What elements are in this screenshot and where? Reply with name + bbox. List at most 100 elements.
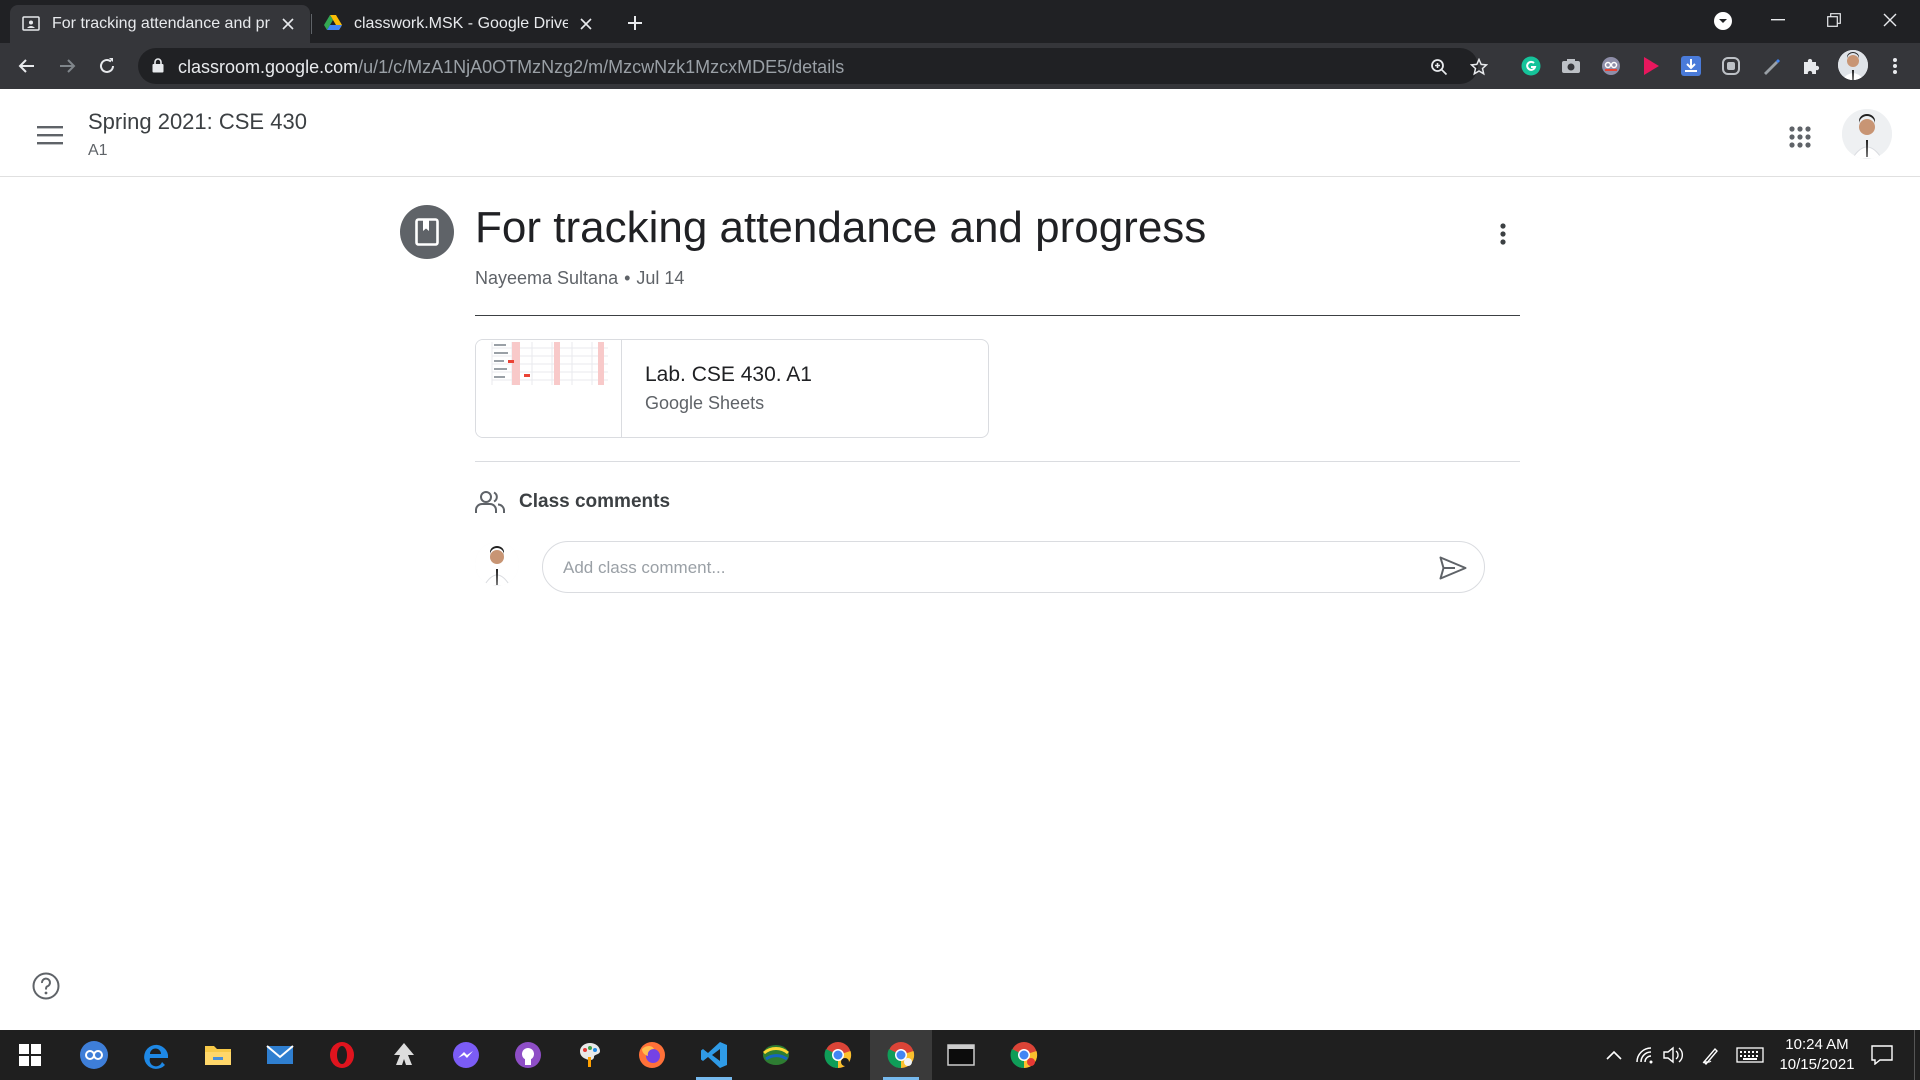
class-comments-label: Class comments: [519, 491, 671, 512]
arrow-left-icon: [18, 59, 34, 73]
close-icon: [1883, 13, 1897, 27]
comment-input-container: [542, 541, 1485, 593]
taskbar-mail[interactable]: [254, 1030, 306, 1080]
terminal-icon: [947, 1044, 975, 1066]
tab-search-button[interactable]: [1710, 8, 1736, 34]
taskbar-edge[interactable]: [130, 1030, 182, 1080]
taskbar-file-explorer[interactable]: [192, 1030, 244, 1080]
post-comment-button[interactable]: [1438, 554, 1468, 582]
more-vert-icon: [1500, 223, 1506, 245]
windows-taskbar: 10:24 AM 10/15/2021: [0, 1030, 1920, 1080]
taskbar-messenger[interactable]: [440, 1030, 492, 1080]
arrow-right-icon: [60, 59, 76, 73]
attachment-card[interactable]: Lab. CSE 430. A1 Google Sheets: [475, 339, 989, 438]
google-drive-icon: [324, 15, 342, 33]
volume-icon[interactable]: [1662, 1044, 1684, 1066]
camera-icon[interactable]: [1560, 55, 1582, 77]
bookmark-star-icon[interactable]: [1468, 56, 1490, 78]
play-icon[interactable]: [1640, 55, 1662, 77]
reload-button[interactable]: [92, 51, 122, 81]
keyboard-icon[interactable]: [1735, 1044, 1765, 1066]
taskbar-chrome-1[interactable]: [812, 1030, 864, 1080]
inkscape-icon: [394, 1043, 414, 1065]
attachment-title: Lab. CSE 430. A1: [645, 363, 812, 386]
new-tab-button[interactable]: [620, 8, 650, 38]
taskbar-firefox[interactable]: [626, 1030, 678, 1080]
browser-tab-bar: For tracking attendance and progress cla…: [0, 0, 1920, 43]
chevron-up-icon[interactable]: [1603, 1044, 1625, 1066]
minimize-button[interactable]: [1750, 0, 1806, 40]
grammarly-icon[interactable]: [1520, 55, 1542, 77]
chrome-icon: [1010, 1042, 1038, 1069]
account-avatar[interactable]: [1842, 109, 1892, 159]
system-clock[interactable]: 10:24 AM 10/15/2021: [1772, 1035, 1862, 1075]
google-apps-button[interactable]: [1780, 117, 1820, 157]
minimize-icon: [1771, 19, 1785, 21]
pen-workspace-icon[interactable]: [1700, 1044, 1722, 1066]
taskbar-github-desktop[interactable]: [502, 1030, 554, 1080]
classroom-icon: [22, 15, 40, 33]
wifi-icon[interactable]: [1634, 1044, 1656, 1066]
notification-icon: [1871, 1045, 1893, 1065]
download-icon[interactable]: [1680, 55, 1702, 77]
close-window-button[interactable]: [1862, 0, 1918, 40]
zoom-icon[interactable]: [1428, 56, 1450, 78]
post-options-button[interactable]: [1488, 217, 1518, 251]
mail-icon: [266, 1045, 294, 1064]
close-icon[interactable]: [576, 14, 596, 34]
profile-avatar[interactable]: [1838, 50, 1868, 80]
plus-icon: [628, 16, 642, 30]
help-icon: [32, 972, 60, 1000]
more-vert-icon[interactable]: [1884, 55, 1906, 77]
address-bar[interactable]: classroom.google.com/u/1/c/MzA1NjA0OTMzN…: [138, 48, 1488, 84]
tab-google-drive[interactable]: classwork.MSK - Google Drive: [312, 5, 608, 43]
taskbar-vscode[interactable]: [688, 1030, 740, 1080]
course-title[interactable]: Spring 2021: CSE 430: [88, 109, 307, 135]
material-icon: [400, 205, 454, 259]
file-explorer-icon: [205, 1046, 231, 1065]
taskbar-globe[interactable]: [750, 1030, 802, 1080]
meta-separator: •: [624, 268, 631, 288]
apps-grid-icon: [1789, 126, 1811, 148]
tab-title: For tracking attendance and progress: [52, 15, 270, 32]
show-desktop-button[interactable]: [1914, 1030, 1920, 1080]
taskbar-chrome-2[interactable]: [870, 1030, 932, 1080]
puzzle-icon[interactable]: [1800, 55, 1822, 77]
firefox-icon: [639, 1042, 665, 1068]
post-author: Nayeema Sultana: [475, 268, 619, 288]
back-button[interactable]: [12, 51, 42, 81]
browser-toolbar: classroom.google.com/u/1/c/MzA1NjA0OTMzN…: [0, 43, 1920, 89]
main-menu-button[interactable]: [30, 115, 70, 155]
forward-button[interactable]: [52, 51, 82, 81]
close-icon[interactable]: [278, 14, 298, 34]
hamburger-menu-icon: [37, 126, 63, 145]
tab-classroom-post[interactable]: For tracking attendance and progress: [10, 5, 310, 43]
clock-date: 10/15/2021: [1779, 1056, 1855, 1073]
action-center-button[interactable]: [1866, 1040, 1898, 1070]
taskbar-terminal[interactable]: [935, 1030, 987, 1080]
chevron-down-icon: [1714, 12, 1732, 30]
globe-icon: [763, 1045, 789, 1065]
comments-divider: [475, 461, 1520, 462]
extension-icon[interactable]: [1600, 55, 1622, 77]
sheet-thumbnail: [476, 340, 622, 437]
url-text[interactable]: classroom.google.com/u/1/c/MzA1NjA0OTMzN…: [178, 57, 844, 78]
taskbar-chrome-3[interactable]: [998, 1030, 1050, 1080]
start-button[interactable]: [4, 1030, 56, 1080]
course-section: A1: [88, 142, 108, 159]
help-button[interactable]: [30, 970, 62, 1002]
restore-button[interactable]: [1806, 0, 1862, 40]
taskbar-inkscape[interactable]: [378, 1030, 430, 1080]
class-comment-input[interactable]: [563, 554, 1423, 582]
extension-icon[interactable]: [1720, 55, 1742, 77]
post-meta: Nayeema Sultana • Jul 14: [475, 268, 684, 289]
restore-icon: [1827, 13, 1841, 27]
lock-icon[interactable]: [152, 58, 164, 73]
reload-icon: [100, 58, 114, 73]
taskbar-paint[interactable]: [564, 1030, 616, 1080]
taskbar-opera[interactable]: [316, 1030, 368, 1080]
taskbar-qbittorrent[interactable]: [68, 1030, 120, 1080]
class-comments-heading: Class comments: [475, 488, 670, 516]
post-title: For tracking attendance and progress: [475, 203, 1207, 252]
pen-icon[interactable]: [1760, 55, 1782, 77]
